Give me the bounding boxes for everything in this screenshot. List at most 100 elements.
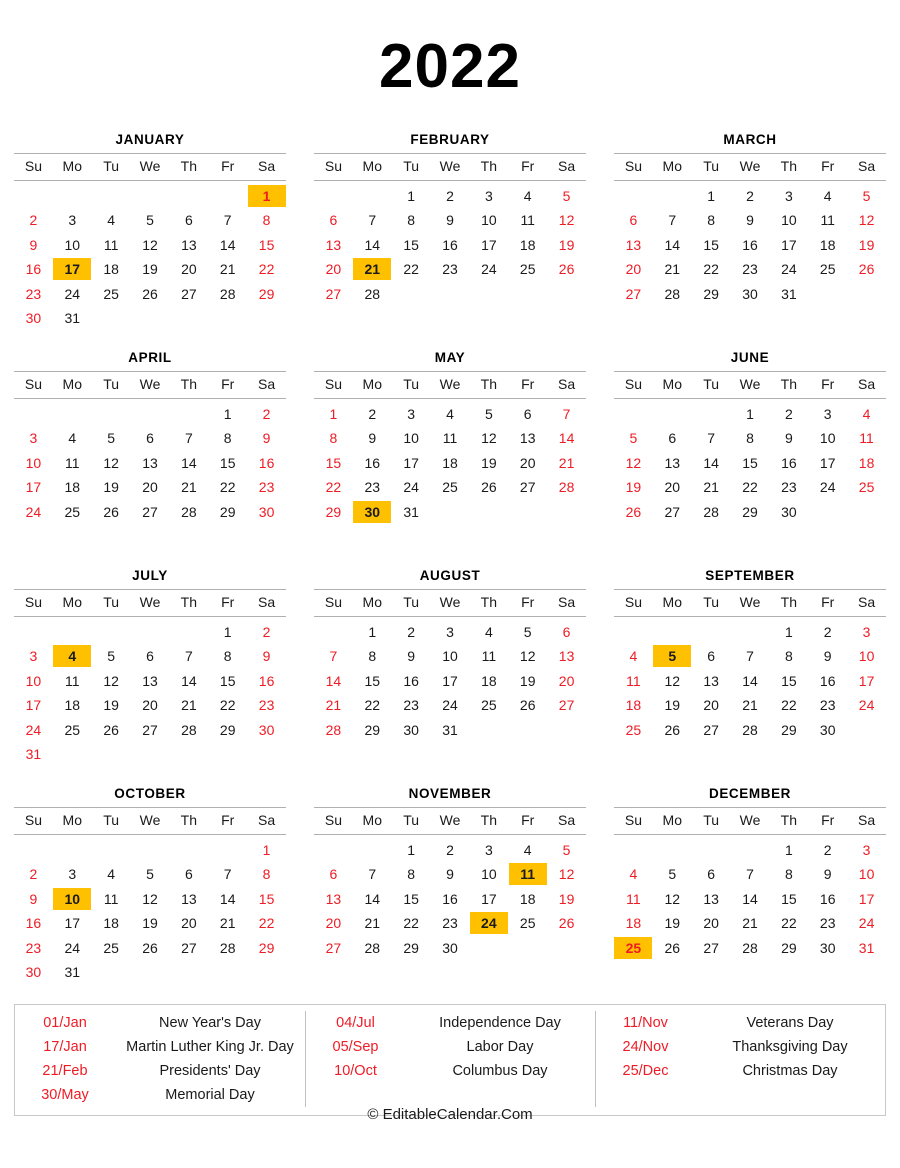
day-cell-holiday[interactable]: 24 (469, 911, 508, 935)
day-cell[interactable]: 21 (208, 257, 247, 281)
day-cell[interactable]: 2 (14, 862, 53, 886)
day-cell[interactable]: 8 (314, 426, 353, 450)
day-cell[interactable]: 25 (614, 717, 653, 741)
day-cell[interactable]: 17 (14, 693, 53, 717)
day-cell[interactable]: 5 (653, 862, 692, 886)
day-cell[interactable]: 28 (208, 281, 247, 305)
day-cell[interactable]: 3 (431, 620, 470, 644)
day-cell[interactable]: 29 (769, 717, 808, 741)
day-cell[interactable]: 21 (208, 911, 247, 935)
day-cell[interactable]: 21 (169, 693, 208, 717)
day-cell[interactable]: 17 (469, 887, 508, 911)
day-cell[interactable]: 20 (314, 257, 353, 281)
day-cell[interactable]: 25 (92, 281, 131, 305)
day-cell[interactable]: 13 (314, 887, 353, 911)
day-cell[interactable]: 4 (508, 838, 547, 862)
day-cell[interactable]: 6 (131, 644, 170, 668)
day-cell[interactable]: 10 (847, 644, 886, 668)
day-cell[interactable]: 19 (92, 475, 131, 499)
day-cell[interactable]: 10 (431, 644, 470, 668)
day-cell[interactable]: 31 (53, 960, 92, 984)
day-cell[interactable]: 20 (508, 451, 547, 475)
day-cell[interactable]: 7 (353, 862, 392, 886)
day-cell[interactable]: 12 (92, 451, 131, 475)
day-cell[interactable]: 18 (614, 911, 653, 935)
day-cell[interactable]: 20 (547, 669, 586, 693)
day-cell[interactable]: 16 (808, 669, 847, 693)
day-cell[interactable]: 7 (731, 644, 770, 668)
day-cell[interactable]: 19 (92, 693, 131, 717)
day-cell[interactable]: 24 (847, 911, 886, 935)
day-cell[interactable]: 17 (808, 451, 847, 475)
day-cell[interactable]: 20 (314, 911, 353, 935)
day-cell[interactable]: 11 (808, 208, 847, 232)
day-cell[interactable]: 2 (247, 620, 286, 644)
day-cell[interactable]: 9 (247, 426, 286, 450)
day-cell[interactable]: 4 (92, 208, 131, 232)
day-cell[interactable]: 10 (14, 451, 53, 475)
day-cell[interactable]: 18 (431, 451, 470, 475)
day-cell[interactable]: 9 (731, 208, 770, 232)
day-cell[interactable]: 27 (131, 717, 170, 741)
day-cell[interactable]: 5 (92, 426, 131, 450)
day-cell[interactable]: 19 (547, 887, 586, 911)
day-cell[interactable]: 15 (247, 233, 286, 257)
day-cell[interactable]: 14 (169, 451, 208, 475)
day-cell[interactable]: 11 (53, 669, 92, 693)
day-cell[interactable]: 8 (208, 426, 247, 450)
day-cell[interactable]: 7 (353, 208, 392, 232)
day-cell[interactable]: 9 (392, 644, 431, 668)
day-cell[interactable]: 11 (53, 451, 92, 475)
day-cell[interactable]: 6 (614, 208, 653, 232)
day-cell[interactable]: 12 (131, 233, 170, 257)
day-cell[interactable]: 23 (808, 911, 847, 935)
day-cell[interactable]: 7 (314, 644, 353, 668)
day-cell[interactable]: 27 (131, 499, 170, 523)
day-cell[interactable]: 29 (731, 499, 770, 523)
day-cell[interactable]: 12 (614, 451, 653, 475)
day-cell[interactable]: 6 (131, 426, 170, 450)
day-cell[interactable]: 7 (731, 862, 770, 886)
day-cell[interactable]: 1 (769, 838, 808, 862)
day-cell[interactable]: 13 (614, 233, 653, 257)
day-cell[interactable]: 2 (731, 184, 770, 208)
day-cell[interactable]: 23 (808, 693, 847, 717)
day-cell[interactable]: 9 (808, 644, 847, 668)
day-cell[interactable]: 3 (808, 402, 847, 426)
day-cell[interactable]: 25 (469, 693, 508, 717)
day-cell[interactable]: 25 (92, 935, 131, 959)
day-cell[interactable]: 2 (769, 402, 808, 426)
day-cell[interactable]: 16 (14, 257, 53, 281)
day-cell[interactable]: 17 (14, 475, 53, 499)
day-cell[interactable]: 1 (392, 184, 431, 208)
day-cell[interactable]: 12 (653, 887, 692, 911)
day-cell[interactable]: 5 (131, 862, 170, 886)
day-cell[interactable]: 21 (314, 693, 353, 717)
day-cell[interactable]: 15 (247, 887, 286, 911)
day-cell[interactable]: 10 (392, 426, 431, 450)
day-cell[interactable]: 15 (769, 669, 808, 693)
day-cell[interactable]: 19 (653, 693, 692, 717)
day-cell[interactable]: 23 (14, 281, 53, 305)
day-cell[interactable]: 9 (353, 426, 392, 450)
day-cell-holiday[interactable]: 5 (653, 644, 692, 668)
day-cell[interactable]: 24 (847, 693, 886, 717)
day-cell[interactable]: 10 (469, 862, 508, 886)
day-cell[interactable]: 4 (847, 402, 886, 426)
day-cell[interactable]: 14 (731, 887, 770, 911)
day-cell[interactable]: 2 (353, 402, 392, 426)
day-cell[interactable]: 22 (208, 475, 247, 499)
day-cell[interactable]: 9 (14, 887, 53, 911)
day-cell[interactable]: 1 (208, 620, 247, 644)
day-cell[interactable]: 10 (769, 208, 808, 232)
day-cell[interactable]: 26 (92, 717, 131, 741)
day-cell[interactable]: 30 (14, 306, 53, 330)
day-cell[interactable]: 13 (508, 426, 547, 450)
day-cell[interactable]: 27 (614, 281, 653, 305)
day-cell[interactable]: 18 (508, 887, 547, 911)
day-cell[interactable]: 21 (353, 911, 392, 935)
day-cell[interactable]: 15 (769, 887, 808, 911)
day-cell[interactable]: 26 (131, 935, 170, 959)
day-cell[interactable]: 4 (614, 644, 653, 668)
day-cell[interactable]: 28 (353, 935, 392, 959)
